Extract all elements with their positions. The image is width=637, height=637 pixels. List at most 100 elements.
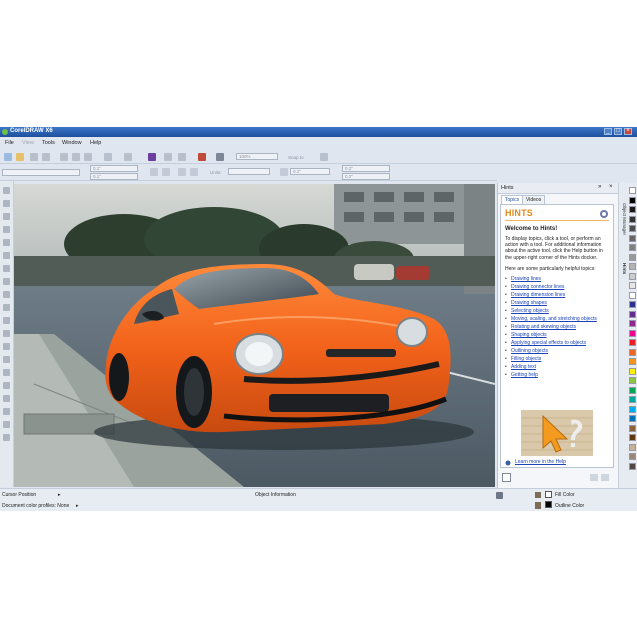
color-swatch[interactable] [629,424,636,432]
fill-tool-icon[interactable] [3,421,10,428]
color-swatch[interactable] [629,415,636,422]
freehand-tool-icon[interactable] [3,239,10,246]
redo-icon[interactable] [124,153,132,161]
cut-icon[interactable] [60,153,68,161]
color-swatch[interactable] [629,339,636,346]
color-swatch[interactable] [629,263,636,270]
color-profile-arrow-icon[interactable]: ▸ [76,503,79,509]
color-swatch[interactable] [629,405,636,413]
paste-icon[interactable] [84,153,92,161]
page-width-field[interactable]: 0.1" [90,165,138,172]
back-icon[interactable] [590,474,598,481]
print-icon[interactable] [42,153,50,161]
color-swatch[interactable] [629,453,636,460]
topic-link[interactable]: Drawing lines [511,276,541,282]
crop-tool-icon[interactable] [3,213,10,220]
landscape-icon[interactable] [162,168,170,176]
menu-tools[interactable]: Tools [42,140,55,146]
color-swatch[interactable] [629,320,636,327]
tab-videos[interactable]: Videos [522,195,546,204]
ellipse-tool-icon[interactable] [3,278,10,285]
all-pages-icon[interactable] [178,168,186,176]
topic-link[interactable]: Outlining objects [511,348,548,354]
save-icon[interactable] [30,153,38,161]
color-swatch[interactable] [629,462,636,470]
page-height-field[interactable]: 0.1" [90,173,138,180]
color-swatch[interactable] [629,225,636,232]
color-swatch[interactable] [629,358,636,365]
snap-to-label[interactable]: Snap to [288,155,304,160]
color-swatch[interactable] [629,282,636,289]
new-icon[interactable] [4,153,12,161]
open-icon[interactable] [16,153,24,161]
topic-link[interactable]: Getting help [511,372,538,378]
color-profile-label[interactable]: Document color profiles: None [2,503,69,509]
docker-collapse-icon[interactable]: » [598,184,601,190]
welcome-screen-icon[interactable] [216,153,224,161]
color-swatch[interactable] [629,443,636,451]
smart-fill-tool-icon[interactable] [3,252,10,259]
color-swatch[interactable] [629,434,636,441]
cursor-position-arrow-icon[interactable]: ▸ [58,492,61,498]
page-size-dropdown[interactable] [2,169,80,176]
color-swatch[interactable] [629,396,636,403]
learn-more-link[interactable]: Learn more in the Help [515,459,566,465]
menu-view[interactable]: View [22,140,34,146]
blend-tool-icon[interactable] [3,369,10,376]
pick-tool-icon[interactable] [3,187,10,194]
shape-tool-icon[interactable] [3,200,10,207]
basic-shapes-tool-icon[interactable] [3,304,10,311]
color-swatch[interactable] [629,244,636,251]
close-button[interactable]: × [624,128,632,135]
transparency-tool-icon[interactable] [3,382,10,389]
tab-topics[interactable]: Topics [501,195,524,204]
nudge-distance-field[interactable]: 0.1" [290,168,330,175]
undo-icon[interactable] [104,153,112,161]
color-swatch[interactable] [629,206,636,213]
polygon-tool-icon[interactable] [3,291,10,298]
interactive-fill-tool-icon[interactable] [3,434,10,441]
duplicate-y-field[interactable]: 0.2" [342,173,390,180]
topic-link[interactable]: Drawing connector lines [511,284,564,290]
color-swatch[interactable] [629,215,636,223]
rectangle-tool-icon[interactable] [3,265,10,272]
menu-file[interactable]: File [5,140,14,146]
current-page-icon[interactable] [190,168,198,176]
zoom-level-field[interactable]: 100% [236,153,278,160]
topic-link[interactable]: Filling objects [511,356,541,362]
topic-link[interactable]: Moving, scaling, and stretching objects [511,316,597,322]
color-swatch[interactable] [629,367,636,375]
topic-link[interactable]: Rotating and skewing objects [511,324,576,330]
topic-link[interactable]: Drawing shapes [511,300,547,306]
units-dropdown[interactable] [228,168,270,175]
minimize-button[interactable]: _ [604,128,612,135]
color-swatch[interactable] [629,196,636,204]
color-swatch[interactable] [629,301,636,308]
text-tool-icon[interactable] [3,317,10,324]
outline-color-swatch[interactable] [545,501,552,508]
color-swatch[interactable] [629,291,636,299]
color-swatch[interactable] [629,329,636,337]
eyedropper-tool-icon[interactable] [3,395,10,402]
outline-pen-tool-icon[interactable] [3,408,10,415]
portrait-icon[interactable] [150,168,158,176]
topic-link[interactable]: Selecting objects [511,308,549,314]
color-swatch[interactable] [629,310,636,318]
side-tab-hints[interactable]: Hints [620,263,627,274]
color-swatch[interactable] [629,253,636,261]
home-icon[interactable] [502,473,511,482]
dimension-tool-icon[interactable] [3,343,10,350]
fill-color-swatch[interactable] [545,491,552,498]
docker-close-icon[interactable]: × [609,184,613,190]
table-tool-icon[interactable] [3,330,10,337]
side-tab-object-manager[interactable]: Object Manager [620,203,627,235]
options-icon[interactable] [320,153,328,161]
maximize-button[interactable]: □ [614,128,622,135]
duplicate-x-field[interactable]: 0.2" [342,165,390,172]
color-swatch[interactable] [629,348,636,356]
topic-link[interactable]: Adding text [511,364,536,370]
menu-window[interactable]: Window [62,140,82,146]
topic-link[interactable]: Drawing dimension lines [511,292,565,298]
color-swatch[interactable] [629,234,636,242]
forward-icon[interactable] [601,474,609,481]
